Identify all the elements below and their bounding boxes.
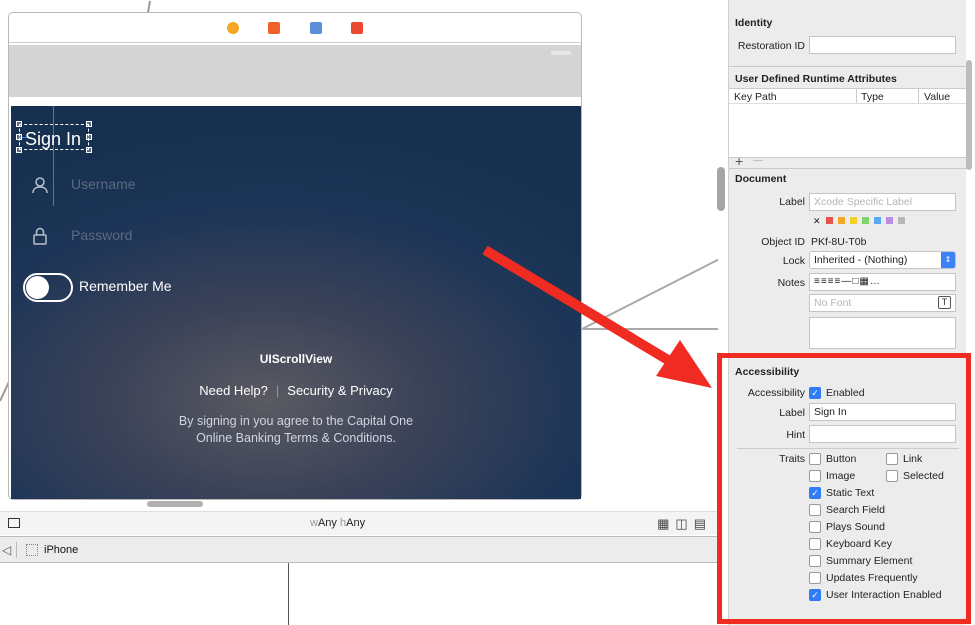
annotation-arrow-shaft bbox=[482, 245, 671, 365]
annotation-arrow-head-icon bbox=[656, 340, 712, 388]
annotation-highlight-frame bbox=[717, 353, 971, 624]
